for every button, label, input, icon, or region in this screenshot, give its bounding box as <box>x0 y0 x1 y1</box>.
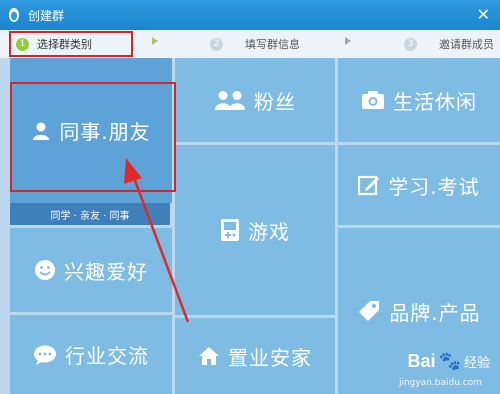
category-label: 学习.考试 <box>388 174 480 199</box>
category-industry[interactable]: 行业交流 <box>10 315 172 394</box>
step-number: 2 <box>210 37 223 51</box>
step-label: 填写群信息 <box>245 38 300 51</box>
step-number: 1 <box>16 37 29 51</box>
category-game[interactable]: 游戏 <box>175 145 335 315</box>
category-label: 生活休闲 <box>393 89 477 114</box>
category-label: 兴趣爱好 <box>64 259 148 284</box>
step-arrow-icon <box>345 37 351 45</box>
camera-icon <box>361 90 385 110</box>
category-label: 游戏 <box>248 219 290 244</box>
paw-icon: 🐾 <box>438 351 461 371</box>
tag-icon <box>357 299 381 323</box>
step-arrow-icon <box>152 37 158 45</box>
category-label: 同事.朋友 <box>59 120 151 144</box>
category-life[interactable]: 生活休闲 <box>338 58 500 142</box>
edit-icon <box>358 174 380 196</box>
category-grid: 同事.朋友 同学 · 亲友 · 同事 兴趣爱好 行业交流 粉丝 游戏 置业安家 … <box>10 58 500 394</box>
baidu-watermark: Bai 🐾 经验 <box>408 351 490 372</box>
step-select-category: 1 选择群类别 <box>16 34 92 54</box>
step-fill-info: 2 填写群信息 <box>210 34 300 54</box>
people-icon <box>214 90 246 110</box>
step-invite-members: 3 邀请群成员 <box>404 34 494 54</box>
smiley-icon <box>34 259 56 281</box>
watermark-suffix: 经验 <box>463 355 490 370</box>
title-bar: 创建群 ✕ <box>0 0 500 30</box>
category-home[interactable]: 置业安家 <box>175 318 335 394</box>
category-interest[interactable]: 兴趣爱好 <box>10 228 172 312</box>
close-button[interactable]: ✕ <box>477 6 490 24</box>
category-label: 行业交流 <box>65 344 149 368</box>
qq-penguin-icon <box>6 7 22 23</box>
category-subcaption: 同学 · 亲友 · 同事 <box>10 203 170 225</box>
house-icon <box>198 346 220 366</box>
category-label: 置业安家 <box>228 345 312 370</box>
step-number: 3 <box>404 37 417 51</box>
chat-icon <box>33 344 57 366</box>
window-title: 创建群 <box>28 8 65 23</box>
category-colleague-friend[interactable]: 同事.朋友 <box>10 58 172 203</box>
category-label: 品牌.产品 <box>389 300 481 325</box>
category-fans[interactable]: 粉丝 <box>175 58 335 142</box>
person-icon <box>31 121 51 141</box>
watermark-text: Bai <box>407 351 436 371</box>
steps-bar: 1 选择群类别 2 填写群信息 3 邀请群成员 <box>0 30 500 59</box>
step-label: 邀请群成员 <box>439 38 494 51</box>
step-label: 选择群类别 <box>37 38 92 51</box>
category-study[interactable]: 学习.考试 <box>338 145 500 225</box>
gamepad-icon <box>220 218 240 242</box>
category-label: 粉丝 <box>254 89 296 114</box>
watermark-url: jingyan.baidu.com <box>398 378 482 388</box>
